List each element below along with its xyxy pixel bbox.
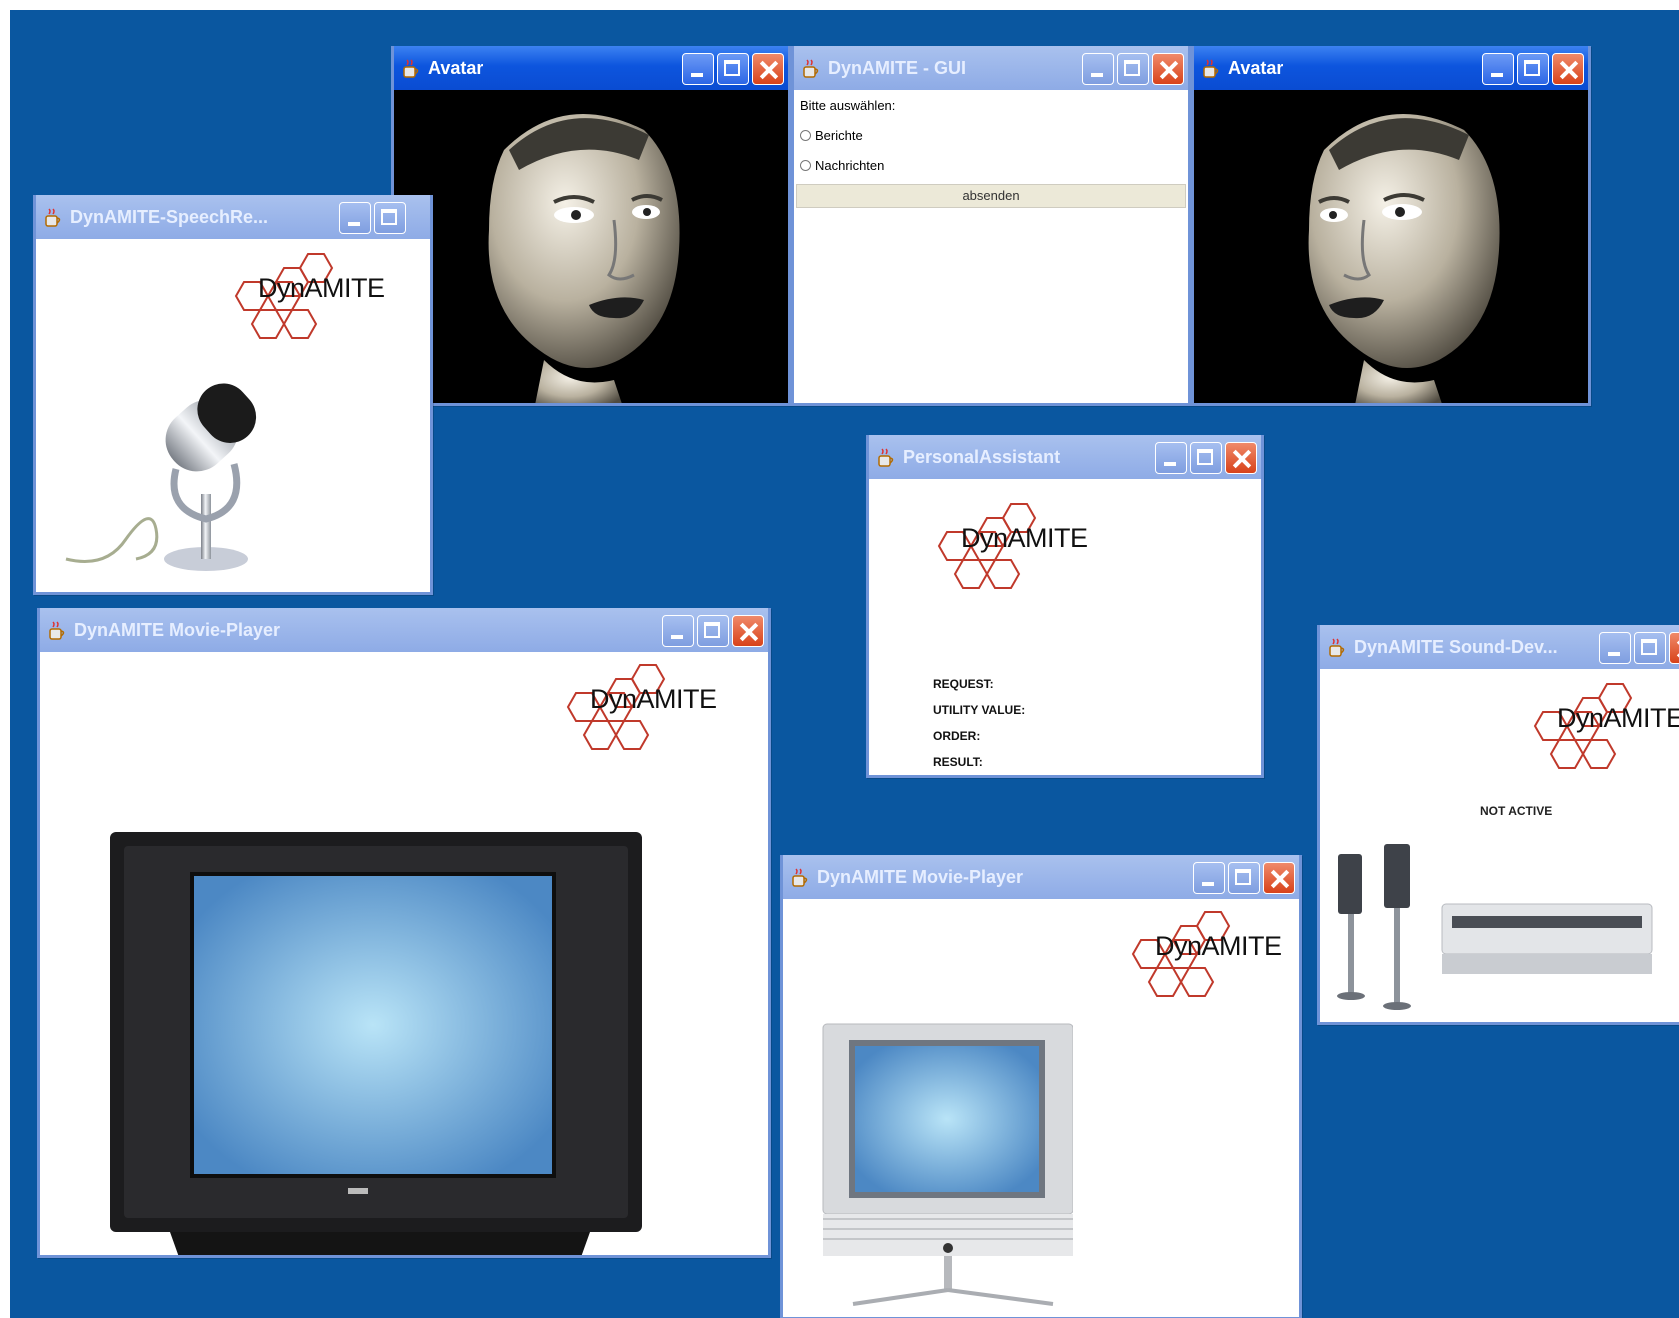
title-bar[interactable]: DynAMITE Sound-Dev... <box>1320 625 1679 669</box>
title-bar[interactable]: DynAMITE - GUI <box>794 46 1188 90</box>
close-icon[interactable] <box>1263 862 1295 894</box>
utility-value-label: UTILITY VALUE: <box>933 703 1026 717</box>
minimize-icon[interactable] <box>1193 862 1225 894</box>
window-title: Avatar <box>428 58 484 78</box>
close-icon[interactable] <box>1669 632 1679 664</box>
minimize-icon[interactable] <box>682 53 714 85</box>
window-title: DynAMITE - GUI <box>828 58 966 78</box>
maximize-icon[interactable] <box>374 202 406 234</box>
close-icon[interactable] <box>752 53 784 85</box>
java-coffee-cup-icon <box>1203 59 1219 78</box>
close-icon[interactable] <box>732 615 764 647</box>
dynamite-logo: DynAMITE <box>1505 681 1679 771</box>
window-title: DynAMITE-SpeechRe... <box>70 207 269 227</box>
close-icon[interactable] <box>1225 442 1257 474</box>
sound-device-window[interactable]: DynAMITE Sound-Dev... DynAMITE NOT ACTIV… <box>1317 625 1679 1025</box>
radio-icon[interactable] <box>800 130 811 141</box>
minimize-icon[interactable] <box>1155 442 1187 474</box>
assistant-content: DynAMITE REQUEST: UTILITY VALUE: ORDER: … <box>869 479 1261 775</box>
avatar-viewport <box>394 90 788 403</box>
maximize-icon[interactable] <box>1634 632 1666 664</box>
movie-content: DynAMITE <box>783 899 1299 1317</box>
avatar-face-image <box>488 114 680 403</box>
selection-prompt: Bitte auswählen: <box>800 98 896 113</box>
window-title: DynAMITE Movie-Player <box>74 620 281 640</box>
radio-label: Nachrichten <box>815 158 885 173</box>
java-coffee-cup-icon <box>803 59 819 78</box>
maximize-icon[interactable] <box>1228 862 1260 894</box>
speaker-system-icon <box>1337 844 1653 1010</box>
java-coffee-cup-icon <box>403 59 419 78</box>
microphone-icon <box>65 383 257 571</box>
title-bar[interactable]: Avatar <box>1194 46 1588 90</box>
title-bar[interactable]: Avatar <box>394 46 788 90</box>
maximize-icon[interactable] <box>1190 442 1222 474</box>
minimize-icon[interactable] <box>339 202 371 234</box>
java-coffee-cup-icon <box>792 868 808 887</box>
order-label: ORDER: <box>933 729 981 743</box>
window-title: DynAMITE Sound-Dev... <box>1354 637 1558 657</box>
title-bar[interactable]: DynAMITE-SpeechRe... <box>36 195 430 239</box>
close-icon[interactable] <box>1152 53 1184 85</box>
radio-icon[interactable] <box>800 160 811 171</box>
minimize-icon[interactable] <box>1482 53 1514 85</box>
avatar-face-image <box>1308 114 1500 403</box>
title-bar[interactable]: DynAMITE Movie-Player <box>783 855 1299 899</box>
maximize-icon[interactable] <box>717 53 749 85</box>
minimize-icon[interactable] <box>1082 53 1114 85</box>
speech-content: DynAMITE <box>36 239 430 592</box>
radio-berichte[interactable]: Berichte <box>800 128 863 143</box>
movie-player-window-large[interactable]: DynAMITE Movie-Player DynAMITE <box>37 608 771 1258</box>
desktop: Avatar DynAMITE - GUI Bitte auswählen: B… <box>10 10 1679 1318</box>
java-coffee-cup-icon <box>45 208 61 227</box>
window-title: Avatar <box>1228 58 1284 78</box>
title-bar[interactable]: PersonalAssistant <box>869 435 1261 479</box>
avatar-window-right[interactable]: Avatar <box>1191 46 1591 406</box>
gui-content: Bitte auswählen: Berichte Nachrichten ab… <box>794 90 1188 403</box>
sound-content: DynAMITE NOT ACTIVE <box>1320 669 1679 1022</box>
dynamite-logo: DynAMITE <box>538 662 718 752</box>
submit-button[interactable]: absenden <box>796 184 1186 208</box>
gui-window[interactable]: DynAMITE - GUI Bitte auswählen: Berichte… <box>791 46 1191 406</box>
dynamite-logo: DynAMITE <box>1103 909 1283 999</box>
movie-player-window-small[interactable]: DynAMITE Movie-Player DynAMITE <box>780 855 1302 1318</box>
window-title: PersonalAssistant <box>903 447 1061 467</box>
crt-television-icon <box>110 832 642 1255</box>
dynamite-logo: DynAMITE <box>206 251 386 341</box>
device-status: NOT ACTIVE <box>1480 804 1553 818</box>
maximize-icon[interactable] <box>697 615 729 647</box>
radio-label: Berichte <box>815 128 863 143</box>
radio-nachrichten[interactable]: Nachrichten <box>800 158 884 173</box>
maximize-icon[interactable] <box>1517 53 1549 85</box>
speech-recognition-window[interactable]: DynAMITE-SpeechRe... DynAMITE <box>33 195 433 595</box>
movie-content: DynAMITE <box>40 652 768 1255</box>
personal-assistant-window[interactable]: PersonalAssistant DynAMITE REQUEST: UTIL… <box>866 435 1264 778</box>
maximize-icon[interactable] <box>1117 53 1149 85</box>
dynamite-logo: DynAMITE <box>909 501 1089 591</box>
lcd-television-icon <box>822 1023 1073 1306</box>
close-icon[interactable] <box>1552 53 1584 85</box>
minimize-icon[interactable] <box>1599 632 1631 664</box>
window-title: DynAMITE Movie-Player <box>817 867 1024 887</box>
request-label: REQUEST: <box>933 677 994 691</box>
result-label: RESULT: <box>933 755 983 769</box>
java-coffee-cup-icon <box>49 621 65 640</box>
java-coffee-cup-icon <box>1329 638 1345 657</box>
java-coffee-cup-icon <box>878 448 894 467</box>
minimize-icon[interactable] <box>662 615 694 647</box>
title-bar[interactable]: DynAMITE Movie-Player <box>40 608 768 652</box>
avatar-window-left[interactable]: Avatar <box>391 46 791 406</box>
avatar-viewport <box>1194 90 1588 403</box>
